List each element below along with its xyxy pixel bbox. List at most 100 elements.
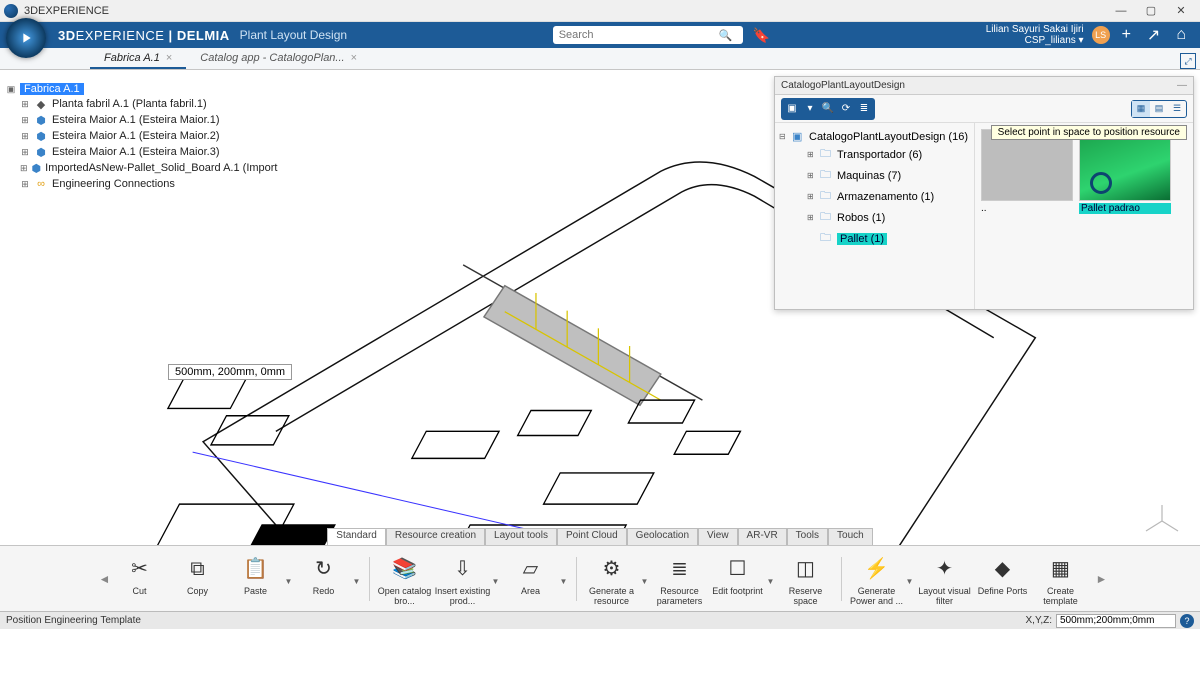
generate-power-and-button[interactable]: ⚡Generate Power and ... xyxy=(848,551,906,607)
tool-icon: ⚙ xyxy=(598,555,626,583)
window-maximize-button[interactable]: ▢ xyxy=(1136,0,1166,22)
avatar[interactable]: LS xyxy=(1092,26,1110,44)
window-minimize-button[interactable]: — xyxy=(1106,0,1136,22)
compass-button[interactable] xyxy=(6,18,46,58)
catalog-tree-root[interactable]: ⊟▣ CatalogoPlantLayoutDesign (16) xyxy=(779,129,970,144)
folder-icon: 🗀 xyxy=(820,187,834,206)
spec-tree[interactable]: ▣ Fabrica A.1 ⊞ ◆ Planta fabril A.1 (Pla… xyxy=(6,82,266,192)
tree-node[interactable]: ⊞ ⬢ ImportedAsNew-Pallet_Solid_Board A.1… xyxy=(6,160,266,176)
catalog-panel-header[interactable]: CatalogoPlantLayoutDesign — xyxy=(775,77,1193,95)
copy-button[interactable]: ⧉Copy xyxy=(169,551,227,607)
tool-icon: ◆ xyxy=(989,555,1017,583)
catalog-refresh-button[interactable]: ⟳ xyxy=(837,100,855,118)
catalog-thumbnail[interactable]: Pallet padrao xyxy=(1079,129,1171,214)
catalog-open-button[interactable]: ▣ xyxy=(783,100,801,118)
generate-a-resource-button[interactable]: ⚙Generate a resource xyxy=(583,551,641,607)
action-bar-tab[interactable]: Touch xyxy=(828,528,873,545)
tool-icon: ▱ xyxy=(517,555,545,583)
search-input[interactable] xyxy=(559,29,719,41)
tree-node[interactable]: ⊞ ⬢ Esteira Maior A.1 (Esteira Maior.2) xyxy=(6,128,266,144)
main-area: ▣ Fabrica A.1 ⊞ ◆ Planta fabril A.1 (Pla… xyxy=(0,70,1200,629)
catalog-dropdown-button[interactable]: ▾ xyxy=(801,100,819,118)
tool-icon: ✦ xyxy=(931,555,959,583)
catalog-search-button[interactable]: 🔍 xyxy=(819,100,837,118)
help-button[interactable]: ? xyxy=(1180,614,1194,628)
toolbar-scroll-right[interactable]: ► xyxy=(1092,572,1106,586)
tab-close-icon[interactable]: × xyxy=(166,52,172,64)
expand-icon[interactable]: ⊞ xyxy=(20,163,28,174)
define-ports-button[interactable]: ◆Define Ports xyxy=(974,551,1032,607)
tree-root[interactable]: ▣ Fabrica A.1 xyxy=(6,82,266,96)
action-bar-tab[interactable]: AR-VR xyxy=(738,528,787,545)
tree-node[interactable]: ⊞ ◆ Planta fabril A.1 (Planta fabril.1) xyxy=(6,96,266,112)
catalog-folder[interactable]: ⊞🗀Armazenamento (1) xyxy=(779,186,970,207)
dropdown-arrow[interactable]: ▼ xyxy=(560,551,570,586)
area-button[interactable]: ▱Area xyxy=(502,551,560,607)
expand-icon[interactable]: ⊞ xyxy=(20,179,30,190)
catalog-list-button[interactable]: ≣ xyxy=(855,100,873,118)
collapse-icon[interactable]: ▣ xyxy=(6,84,16,95)
layout-visual-filter-button[interactable]: ✦Layout visual filter xyxy=(916,551,974,607)
tool-icon: ↻ xyxy=(310,555,338,583)
tree-node[interactable]: ⊞ ∞ Engineering Connections xyxy=(6,176,266,192)
redo-button[interactable]: ↻Redo xyxy=(295,551,353,607)
share-button[interactable]: ↗ xyxy=(1143,25,1164,45)
panel-pin-icon[interactable]: — xyxy=(1177,80,1187,91)
dropdown-arrow[interactable]: ▼ xyxy=(285,551,295,586)
action-bar: ◄ ✂Cut⧉Copy📋Paste▼↻Redo▼ 📚Open catalog b… xyxy=(0,545,1200,611)
create-template-button[interactable]: ▦Create template xyxy=(1032,551,1090,607)
add-button[interactable]: + xyxy=(1118,26,1135,44)
catalog-tree[interactable]: ⊟▣ CatalogoPlantLayoutDesign (16) ⊞🗀Tran… xyxy=(775,123,975,309)
folder-icon: 🗀 xyxy=(820,166,834,185)
toolbar-scroll-left[interactable]: ◄ xyxy=(95,572,109,586)
tool-icon: ⚡ xyxy=(863,555,891,583)
view-large-thumb-button[interactable]: ▦ xyxy=(1132,101,1150,117)
tab-close-icon[interactable]: × xyxy=(351,52,357,64)
window-close-button[interactable]: ✕ xyxy=(1166,0,1196,22)
dropdown-arrow[interactable]: ▼ xyxy=(492,551,502,586)
expand-icon[interactable]: ⊞ xyxy=(20,115,30,126)
tree-node[interactable]: ⊞ ⬢ Esteira Maior A.1 (Esteira Maior.3) xyxy=(6,144,266,160)
view-small-thumb-button[interactable]: ▤ xyxy=(1150,101,1168,117)
user-info[interactable]: Lilian Sayuri Sakai Ijiri CSP_lilians ▾ xyxy=(986,24,1084,46)
action-bar-tab[interactable]: Geolocation xyxy=(627,528,698,545)
action-bar-tab[interactable]: Standard xyxy=(327,528,386,545)
expand-icon[interactable]: ⊞ xyxy=(20,147,30,158)
catalog-panel: CatalogoPlantLayoutDesign — ▣ ▾ 🔍 ⟳ ≣ ▦ … xyxy=(774,76,1194,310)
app-name: Plant Layout Design xyxy=(240,28,347,42)
resource-parameters-button[interactable]: ≣Resource parameters xyxy=(651,551,709,607)
tree-node[interactable]: ⊞ ⬢ Esteira Maior A.1 (Esteira Maior.1) xyxy=(6,112,266,128)
action-bar-tab[interactable]: Resource creation xyxy=(386,528,485,545)
catalog-thumbnail[interactable]: .. xyxy=(981,129,1073,214)
action-bar-tab[interactable]: Tools xyxy=(787,528,828,545)
open-catalog-bro-button[interactable]: 📚Open catalog bro... xyxy=(376,551,434,607)
catalog-folder[interactable]: ⊞🗀Maquinas (7) xyxy=(779,165,970,186)
view-list-button[interactable]: ☰ xyxy=(1168,101,1186,117)
dropdown-arrow[interactable]: ▼ xyxy=(767,551,777,586)
search-box[interactable]: 🔍 xyxy=(553,26,743,44)
home-button[interactable]: ⌂ xyxy=(1172,26,1190,44)
dropdown-arrow[interactable]: ▼ xyxy=(641,551,651,586)
document-tab[interactable]: Fabrica A.1× xyxy=(90,49,186,69)
catalog-folder[interactable]: ⊞🗀Transportador (6) xyxy=(779,144,970,165)
expand-button[interactable]: ⤢ xyxy=(1180,53,1196,69)
cut-button[interactable]: ✂Cut xyxy=(111,551,169,607)
expand-icon[interactable]: ⊞ xyxy=(20,131,30,142)
catalog-folder[interactable]: ⊞🗀Robos (1) xyxy=(779,207,970,228)
search-icon[interactable]: 🔍 xyxy=(719,29,733,42)
action-bar-tab[interactable]: Layout tools xyxy=(485,528,557,545)
tag-icon[interactable]: 🔖 xyxy=(753,27,770,44)
action-bar-tab[interactable]: View xyxy=(698,528,738,545)
action-bar-tab[interactable]: Point Cloud xyxy=(557,528,627,545)
catalog-folder[interactable]: 🗀Pallet (1) xyxy=(779,228,970,249)
insert-existing-prod-button[interactable]: ⇩Insert existing prod... xyxy=(434,551,492,607)
reserve-space-button[interactable]: ◫Reserve space xyxy=(777,551,835,607)
document-tab[interactable]: Catalog app - CatalogoPlan...× xyxy=(186,49,371,69)
edit-footprint-button[interactable]: ☐Edit footprint xyxy=(709,551,767,607)
xyz-input[interactable] xyxy=(1056,614,1176,628)
dropdown-arrow[interactable]: ▼ xyxy=(906,551,916,586)
expand-icon[interactable]: ⊞ xyxy=(20,99,30,110)
paste-button[interactable]: 📋Paste xyxy=(227,551,285,607)
dropdown-arrow[interactable]: ▼ xyxy=(353,551,363,586)
brand: 3DEXPERIENCE | DELMIA xyxy=(58,28,230,43)
